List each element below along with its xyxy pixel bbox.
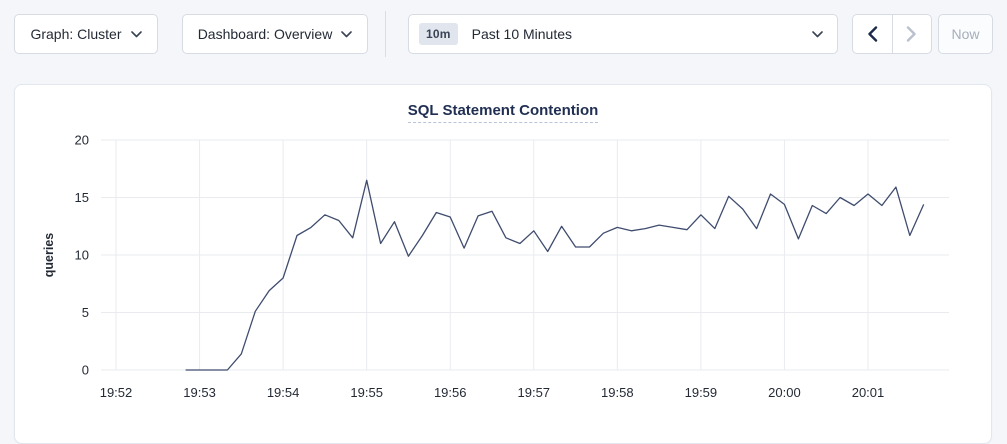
y-tick-label: 10 bbox=[75, 248, 89, 263]
x-tick-label: 19:59 bbox=[685, 385, 718, 400]
time-step-button-group bbox=[852, 14, 932, 54]
chart-gridlines bbox=[101, 140, 949, 370]
chart-panel: SQL Statement Contention 0 5 10 15 20 19:52 19… bbox=[14, 84, 992, 444]
chevron-right-icon bbox=[906, 26, 917, 42]
chart-axis-labels: 0 5 10 15 20 19:52 19:53 19:54 19:55 19:56 19:57 19… bbox=[75, 133, 885, 401]
y-axis-title: queries bbox=[42, 233, 56, 278]
graph-dropdown-label: Graph: Cluster bbox=[30, 26, 121, 42]
x-tick-label: 19:56 bbox=[434, 385, 467, 400]
dashboard-dropdown[interactable]: Dashboard: Overview bbox=[182, 14, 368, 54]
next-time-button[interactable] bbox=[892, 15, 931, 53]
y-tick-label: 20 bbox=[75, 133, 89, 148]
time-range-label: Past 10 Minutes bbox=[472, 26, 812, 42]
x-tick-label: 20:01 bbox=[852, 385, 885, 400]
chevron-down-icon bbox=[131, 31, 142, 38]
chart-title-link[interactable]: SQL Statement Contention bbox=[408, 102, 599, 123]
now-button[interactable]: Now bbox=[938, 14, 993, 54]
y-tick-label: 15 bbox=[75, 190, 89, 205]
series-line-queries bbox=[186, 180, 924, 370]
x-tick-label: 20:00 bbox=[768, 385, 801, 400]
chevron-down-icon bbox=[812, 31, 823, 38]
time-range-picker[interactable]: 10m Past 10 Minutes bbox=[408, 14, 838, 54]
y-tick-label: 5 bbox=[82, 305, 89, 320]
x-tick-label: 19:57 bbox=[518, 385, 551, 400]
chart-title: SQL Statement Contention bbox=[15, 102, 991, 120]
x-tick-label: 19:54 bbox=[267, 385, 300, 400]
chevron-left-icon bbox=[867, 26, 878, 42]
previous-time-button[interactable] bbox=[853, 15, 892, 53]
chevron-down-icon bbox=[341, 31, 352, 38]
x-tick-label: 19:52 bbox=[100, 385, 133, 400]
x-tick-label: 19:58 bbox=[601, 385, 634, 400]
toolbar-divider bbox=[385, 11, 386, 57]
graph-dropdown[interactable]: Graph: Cluster bbox=[14, 14, 158, 54]
x-tick-label: 19:53 bbox=[183, 385, 216, 400]
x-tick-label: 19:55 bbox=[350, 385, 383, 400]
chart-svg: 0 5 10 15 20 19:52 19:53 19:54 19:55 19:56 19:57 19… bbox=[15, 125, 993, 425]
dashboard-dropdown-label: Dashboard: Overview bbox=[198, 26, 333, 42]
time-range-badge: 10m bbox=[419, 23, 458, 45]
y-tick-label: 0 bbox=[82, 363, 89, 378]
